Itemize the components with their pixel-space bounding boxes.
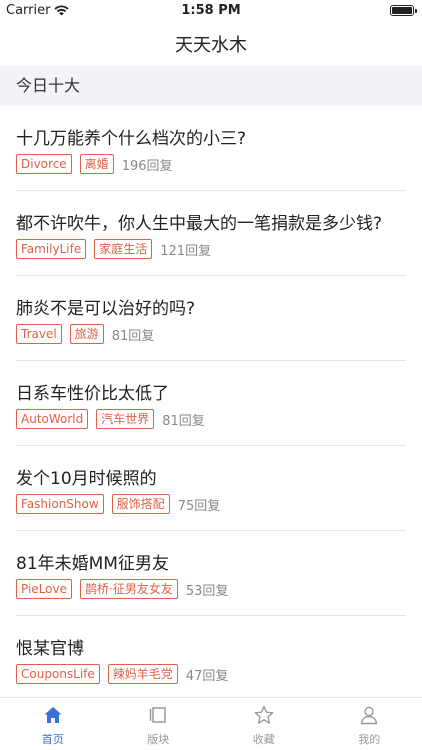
thread-title: 日系车性价比太低了	[16, 384, 169, 404]
board-en-tag[interactable]: FashionShow	[16, 494, 104, 514]
reply-count: 121回复	[160, 243, 212, 259]
board-en-tag[interactable]: Divorce	[16, 154, 72, 174]
board-en-tag[interactable]: FamilyLife	[16, 239, 87, 259]
thread-row[interactable]: 十几万能养个什么档次的小三? Divorce 离婚 196回复	[0, 106, 422, 191]
board-en-tag[interactable]: Travel	[16, 324, 62, 344]
battery-icon	[390, 5, 417, 16]
reply-count: 75回复	[177, 498, 221, 514]
board-cn-tag[interactable]: 鹊桥·征男友女友	[80, 579, 178, 599]
thread-title: 十几万能养个什么档次的小三?	[16, 129, 247, 149]
thread-row[interactable]: 81年未婚MM征男友 PieLove 鹊桥·征男友女友 53回复	[0, 531, 422, 616]
thread-title: 81年未婚MM征男友	[16, 554, 169, 574]
reply-count: 81回复	[162, 413, 205, 429]
tab-label: 我的	[358, 733, 381, 746]
reply-count: 47回复	[185, 668, 229, 684]
thread-meta: Divorce 离婚 196回复	[16, 154, 173, 174]
thread-row[interactable]: 发个10月时候照的 FashionShow 服饰搭配 75回复	[0, 446, 422, 531]
thread-list: 十几万能养个什么档次的小三? Divorce 离婚 196回复 都不许吹牛，你人…	[0, 106, 422, 701]
tab-favorites[interactable]: 收藏	[211, 698, 317, 750]
thread-title: 肺炎不是可以治好的吗?	[16, 299, 196, 319]
tab-home[interactable]: 首页	[0, 698, 106, 750]
board-cn-tag[interactable]: 服饰搭配	[111, 494, 170, 514]
board-cn-tag[interactable]: 汽车世界	[96, 409, 155, 429]
board-icon	[150, 707, 166, 723]
thread-meta: AutoWorld 汽车世界 81回复	[16, 409, 205, 429]
thread-meta: PieLove 鹊桥·征男友女友 53回复	[16, 579, 228, 599]
thread-row[interactable]: 日系车性价比太低了 AutoWorld 汽车世界 81回复	[0, 361, 422, 446]
status-time: 1:58 PM	[181, 3, 241, 18]
thread-row[interactable]: 都不许吹牛，你人生中最大的一笔捐款是多少钱? FamilyLife 家庭生活 1…	[0, 191, 422, 276]
board-en-tag[interactable]: PieLove	[16, 579, 72, 599]
tab-profile[interactable]: 我的	[317, 698, 422, 750]
thread-title: 发个10月时候照的	[16, 469, 157, 489]
reply-count: 53回复	[185, 583, 229, 599]
thread-title: 都不许吹牛，你人生中最大的一笔捐款是多少钱?	[16, 214, 383, 234]
board-cn-tag[interactable]: 离婚	[79, 154, 114, 174]
board-cn-tag[interactable]: 辣妈羊毛党	[107, 664, 178, 684]
reply-count: 81回复	[111, 328, 155, 344]
reply-count: 196回复	[121, 158, 173, 174]
tab-label: 版块	[147, 733, 170, 746]
section-header: 今日十大	[0, 66, 422, 106]
thread-title: 恨某官博	[16, 639, 84, 659]
tab-label: 首页	[41, 733, 64, 746]
board-en-tag[interactable]: CouponsLife	[16, 664, 100, 684]
home-icon	[44, 707, 62, 723]
star-icon	[254, 705, 274, 724]
thread-meta: FamilyLife 家庭生活 121回复	[16, 239, 211, 259]
tab-label: 收藏	[252, 733, 275, 746]
tab-bar: 首页 版块 收藏 我的	[0, 697, 422, 750]
board-en-tag[interactable]: AutoWorld	[16, 409, 89, 429]
person-icon	[361, 706, 378, 725]
thread-meta: FashionShow 服饰搭配 75回复	[16, 494, 220, 514]
status-bar: Carrier 1:58 PM	[0, 0, 422, 22]
thread-meta: CouponsLife 辣妈羊毛党 47回复	[16, 664, 228, 684]
thread-row[interactable]: 肺炎不是可以治好的吗? Travel 旅游 81回复	[0, 276, 422, 361]
board-cn-tag[interactable]: 家庭生活	[94, 239, 153, 259]
tab-boards[interactable]: 版块	[106, 698, 212, 750]
screen: Carrier 1:58 PM 天天水木 今日十大 十几万能养个什么档次的小三?…	[0, 0, 422, 750]
nav-bar: 天天水木	[0, 22, 422, 66]
thread-row[interactable]: 恨某官博 CouponsLife 辣妈羊毛党 47回复	[0, 616, 422, 701]
thread-meta: Travel 旅游 81回复	[16, 324, 154, 344]
page-title: 天天水木	[175, 35, 247, 56]
board-cn-tag[interactable]: 旅游	[69, 324, 104, 344]
